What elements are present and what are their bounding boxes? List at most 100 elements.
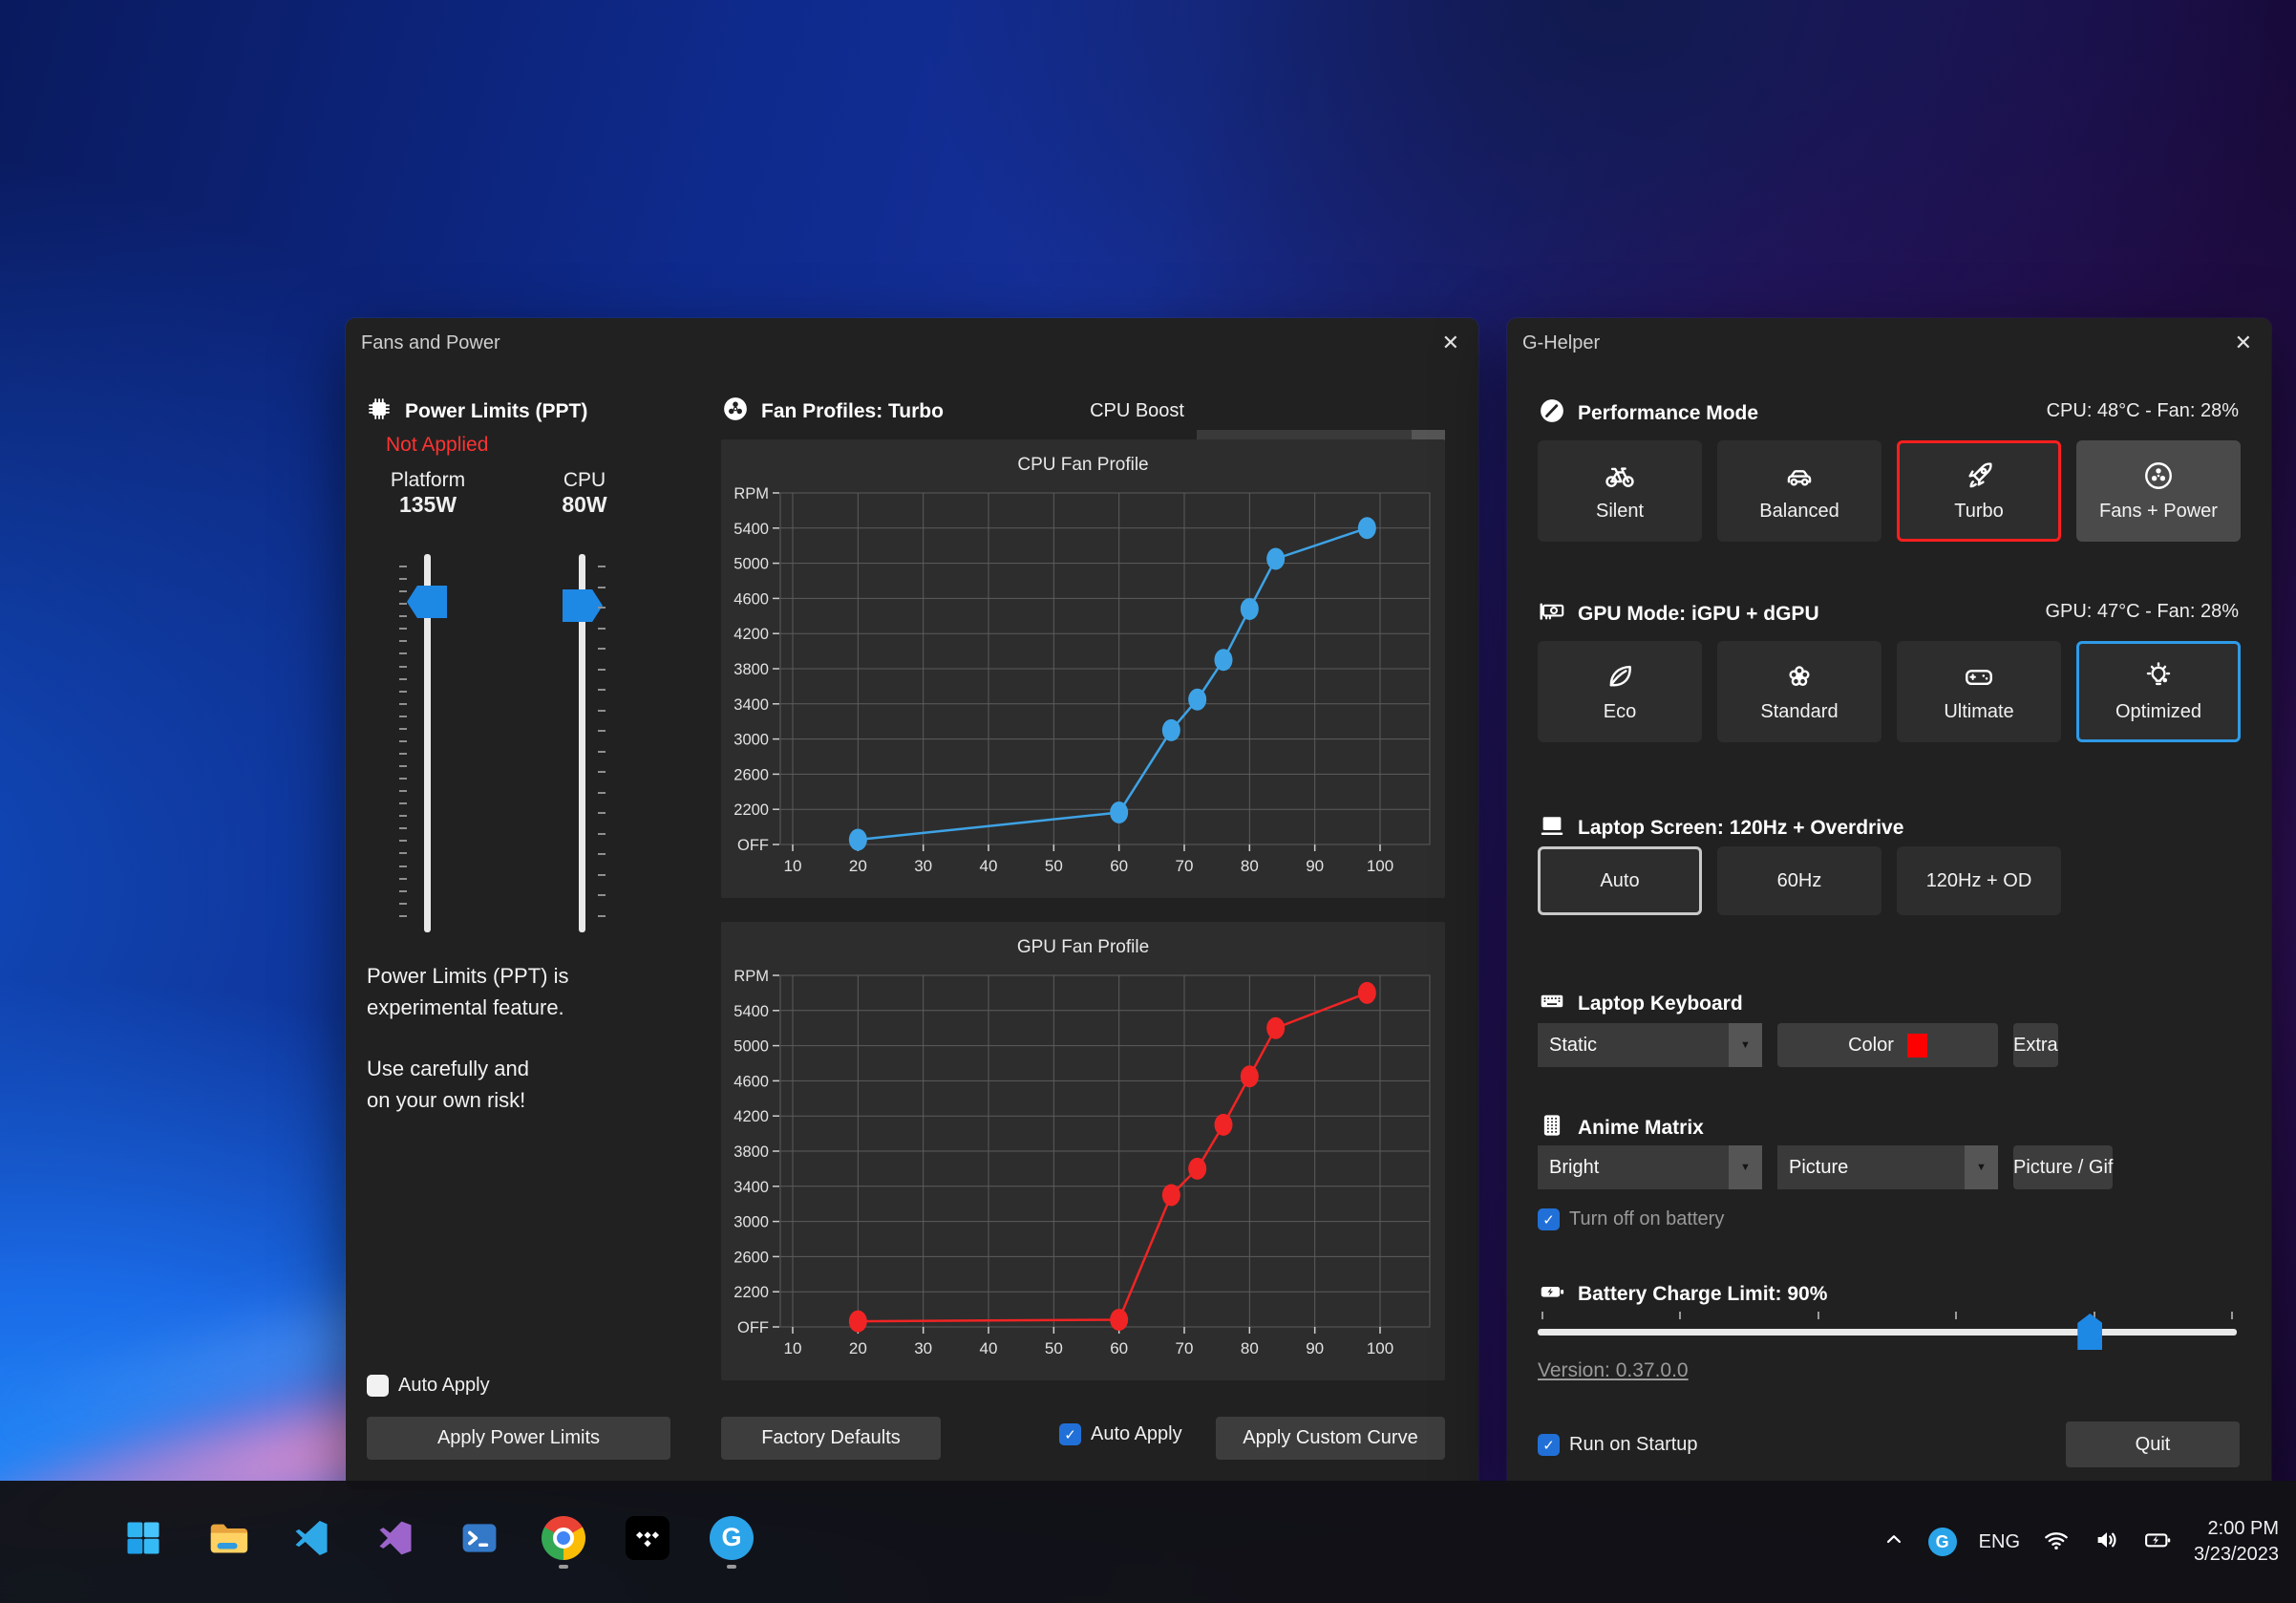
laptop-keyboard-header: Laptop Keyboard bbox=[1538, 987, 1743, 1021]
svg-text:3000: 3000 bbox=[733, 1214, 769, 1231]
mode-button-balanced[interactable]: Balanced bbox=[1717, 440, 1881, 542]
factory-defaults-button[interactable]: Factory Defaults bbox=[721, 1417, 941, 1460]
chart-canvas: GPU Fan ProfileOFF2200260030003400380042… bbox=[721, 922, 1445, 1380]
tidal-icon bbox=[626, 1516, 670, 1560]
taskbar-app-file-explorer[interactable] bbox=[204, 1516, 250, 1569]
battery-icon bbox=[1538, 1277, 1566, 1306]
mode-button-turbo[interactable]: Turbo bbox=[1897, 440, 2061, 542]
taskbar-app-tidal[interactable] bbox=[625, 1516, 670, 1569]
svg-text:2600: 2600 bbox=[733, 1249, 769, 1266]
cpu-slider-thumb[interactable] bbox=[563, 589, 603, 622]
checkbox-box[interactable]: ✓ bbox=[1059, 1423, 1081, 1445]
matrix-brightness-select[interactable]: Bright ▼ bbox=[1538, 1145, 1762, 1189]
checkbox-box[interactable]: ✓ bbox=[1538, 1208, 1560, 1230]
anime-matrix-header: Anime Matrix bbox=[1538, 1111, 1704, 1145]
chevron-down-icon[interactable]: ▼ bbox=[1965, 1145, 1998, 1189]
apply-custom-curve-button[interactable]: Apply Custom Curve bbox=[1216, 1417, 1445, 1460]
checkbox-box[interactable]: ✓ bbox=[367, 1375, 389, 1397]
mode-button-eco[interactable]: Eco bbox=[1538, 641, 1702, 742]
tick-mark bbox=[399, 765, 407, 767]
tick-mark bbox=[399, 603, 407, 605]
svg-text:3000: 3000 bbox=[733, 732, 769, 749]
leaf-icon bbox=[1604, 660, 1636, 693]
mode-button-fans-power[interactable]: Fans + Power bbox=[2076, 440, 2241, 542]
tray-ghelper-icon[interactable]: G bbox=[1928, 1528, 1957, 1556]
checkbox-box[interactable]: ✓ bbox=[1538, 1434, 1560, 1456]
wifi-icon[interactable] bbox=[2042, 1526, 2071, 1559]
svg-text:RPM: RPM bbox=[733, 485, 769, 502]
language-indicator[interactable]: ENG bbox=[1979, 1531, 2020, 1553]
svg-text:30: 30 bbox=[914, 857, 932, 875]
mode-button-label: Turbo bbox=[1954, 501, 2004, 523]
tick-mark bbox=[598, 566, 606, 567]
gpu-fan-chart[interactable]: GPU Fan ProfileOFF2200260030003400380042… bbox=[721, 922, 1445, 1380]
taskbar: G G ENG 2:00 PM 3/23/2023 bbox=[0, 1481, 2296, 1603]
chart-canvas: CPU Fan ProfileOFF2200260030003400380042… bbox=[721, 439, 1445, 898]
matrix-battery-checkbox[interactable]: ✓ Turn off on battery bbox=[1538, 1208, 1724, 1230]
apply-power-limits-button[interactable]: Apply Power Limits bbox=[367, 1417, 670, 1460]
tick-mark bbox=[598, 853, 606, 855]
keyboard-mode-select[interactable]: Static ▼ bbox=[1538, 1023, 1762, 1067]
clock[interactable]: 2:00 PM 3/23/2023 bbox=[2194, 1516, 2279, 1568]
taskbar-app-start[interactable] bbox=[120, 1517, 166, 1568]
cpu-fan-chart[interactable]: CPU Fan ProfileOFF2200260030003400380042… bbox=[721, 439, 1445, 898]
auto-apply-power-checkbox[interactable]: ✓ Auto Apply bbox=[367, 1375, 490, 1397]
svg-text:60: 60 bbox=[1110, 857, 1128, 875]
taskbar-app-chrome[interactable] bbox=[541, 1516, 586, 1569]
svg-text:5000: 5000 bbox=[733, 556, 769, 573]
tick-mark bbox=[399, 903, 407, 905]
chevron-down-icon[interactable]: ▼ bbox=[1729, 1145, 1762, 1189]
close-icon[interactable]: ✕ bbox=[2235, 332, 2252, 353]
svg-text:2200: 2200 bbox=[733, 1284, 769, 1301]
monitor-icon bbox=[1538, 811, 1566, 840]
tick-mark bbox=[598, 771, 606, 773]
fans-window-titlebar[interactable]: Fans and Power ✕ bbox=[346, 318, 1478, 368]
mode-button-standard[interactable]: Standard bbox=[1717, 641, 1881, 742]
keyboard-color-button[interactable]: Color bbox=[1777, 1023, 1998, 1067]
svg-text:3800: 3800 bbox=[733, 1143, 769, 1161]
taskbar-app-visual-studio[interactable] bbox=[372, 1517, 418, 1568]
tick-mark bbox=[598, 792, 606, 794]
chevron-down-icon[interactable]: ▼ bbox=[1729, 1023, 1762, 1067]
mode-button-optimized[interactable]: Optimized bbox=[2076, 641, 2241, 742]
platform-slider-thumb[interactable] bbox=[407, 586, 447, 618]
version-link[interactable]: Version: 0.37.0.0 bbox=[1538, 1359, 1689, 1382]
mode-button-auto[interactable]: Auto bbox=[1538, 846, 1702, 915]
keyboard-extra-button[interactable]: Extra bbox=[2013, 1023, 2058, 1067]
ghelper-title: G-Helper bbox=[1522, 332, 1600, 354]
matrix-picture-button[interactable]: Picture / Gif bbox=[2013, 1145, 2113, 1189]
chrome-icon bbox=[542, 1516, 585, 1560]
mode-button-60hz[interactable]: 60Hz bbox=[1717, 846, 1881, 915]
gpu-card-icon bbox=[1538, 597, 1566, 631]
quit-button[interactable]: Quit bbox=[2066, 1421, 2240, 1467]
taskbar-app-vscode[interactable] bbox=[288, 1517, 334, 1568]
color-swatch bbox=[1907, 1034, 1927, 1058]
svg-text:10: 10 bbox=[784, 857, 802, 875]
tick-mark bbox=[399, 840, 407, 842]
close-icon[interactable]: ✕ bbox=[1442, 332, 1459, 353]
checkbox-label: Auto Apply bbox=[398, 1375, 490, 1397]
battery-tray-icon[interactable] bbox=[2143, 1526, 2172, 1559]
svg-text:40: 40 bbox=[980, 857, 998, 875]
speaker-icon[interactable] bbox=[2093, 1526, 2121, 1559]
run-on-startup-checkbox[interactable]: ✓ Run on Startup bbox=[1538, 1434, 1698, 1456]
power-limits-title: Power Limits (PPT) bbox=[405, 400, 587, 423]
tick-mark bbox=[399, 890, 407, 892]
matrix-running-select[interactable]: Picture ▼ bbox=[1777, 1145, 1998, 1189]
power-limits-header: Power Limits (PPT) bbox=[365, 395, 587, 429]
tray-chevron-up-icon[interactable] bbox=[1881, 1528, 1906, 1557]
bulb-gear-icon bbox=[2142, 660, 2175, 693]
tick-mark bbox=[399, 703, 407, 705]
taskbar-app-terminal[interactable] bbox=[457, 1517, 502, 1568]
mode-button-120hz-od[interactable]: 120Hz + OD bbox=[1897, 846, 2061, 915]
battery-slider-track[interactable] bbox=[1538, 1329, 2237, 1336]
mode-button-silent[interactable]: Silent bbox=[1538, 440, 1702, 542]
taskbar-app-g-helper[interactable]: G bbox=[709, 1516, 755, 1569]
svg-text:OFF: OFF bbox=[737, 1319, 769, 1336]
checkbox-label: Run on Startup bbox=[1569, 1434, 1698, 1456]
auto-apply-curve-checkbox[interactable]: ✓ Auto Apply bbox=[1059, 1423, 1182, 1445]
running-indicator bbox=[727, 1565, 736, 1569]
gpu-mode-buttons: EcoStandardUltimateOptimized bbox=[1538, 641, 2241, 742]
mode-button-ultimate[interactable]: Ultimate bbox=[1897, 641, 2061, 742]
ghelper-titlebar[interactable]: G-Helper ✕ bbox=[1507, 318, 2271, 368]
